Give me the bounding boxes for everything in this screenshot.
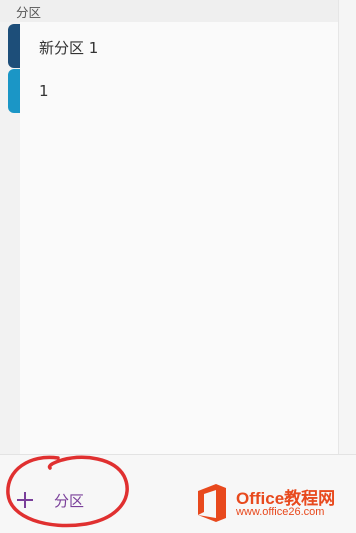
plus-icon bbox=[14, 489, 36, 513]
panel-title: 分区 bbox=[16, 5, 42, 20]
section-item-label: 新分区 1 bbox=[39, 39, 99, 57]
section-color-tab bbox=[8, 24, 20, 68]
watermark: Office教程网 www.office26.com bbox=[194, 482, 356, 528]
office-logo-icon bbox=[198, 484, 226, 522]
section-item-label: 1 bbox=[39, 82, 49, 100]
panel-edge bbox=[338, 0, 356, 470]
section-color-tab bbox=[8, 69, 20, 113]
add-section-label: 分区 bbox=[54, 492, 85, 510]
section-item-new-section-1[interactable]: 新分区 1 bbox=[8, 24, 338, 68]
sections-panel-header: 分区 bbox=[0, 0, 338, 22]
watermark-site: www.office26.com bbox=[236, 506, 325, 518]
section-item-1[interactable]: 1 bbox=[8, 69, 338, 113]
